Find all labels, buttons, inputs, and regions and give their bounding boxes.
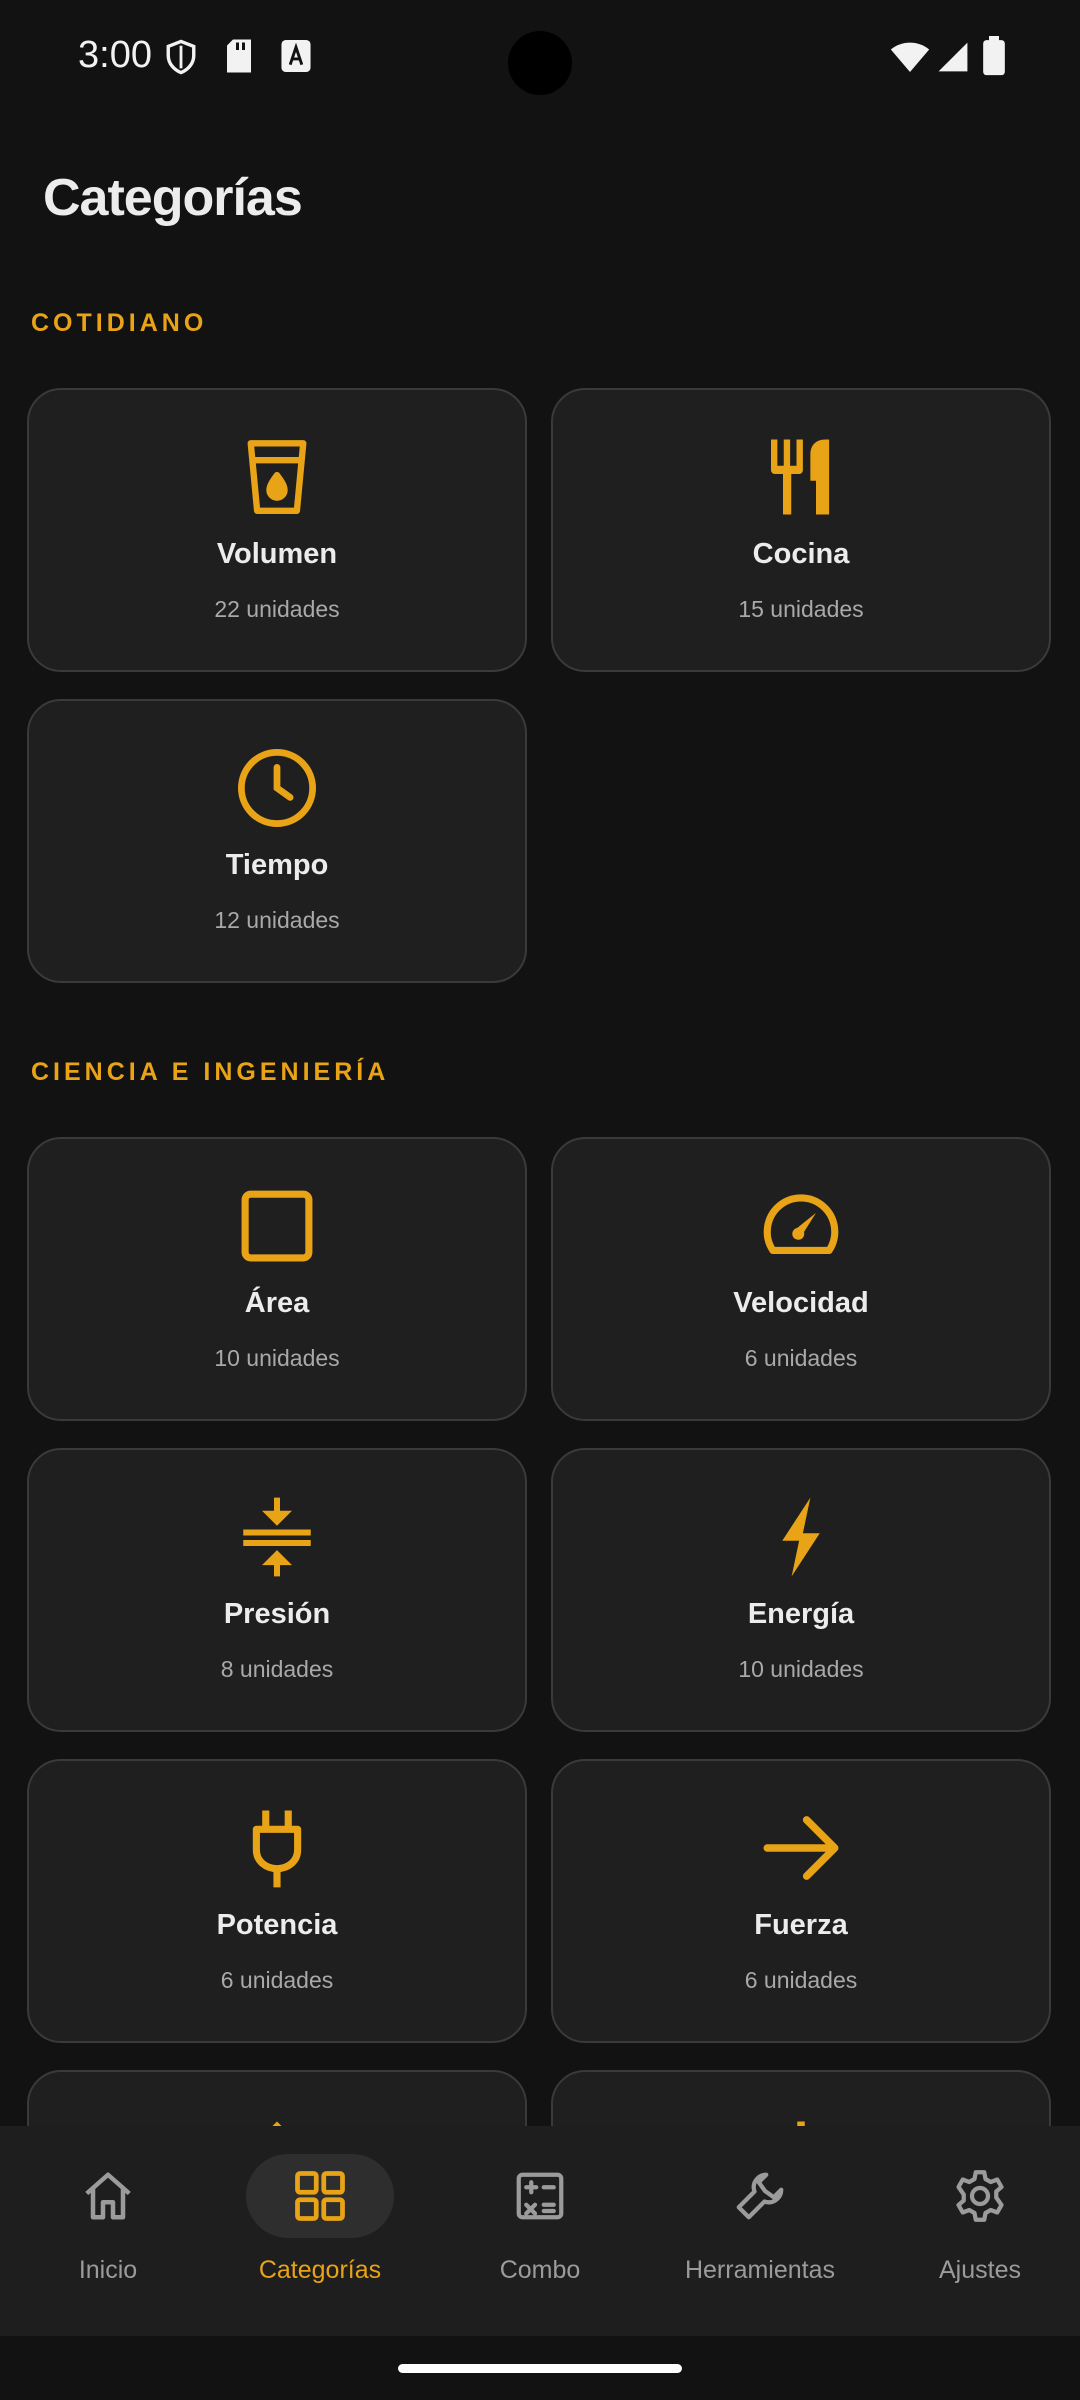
card-name: Cocina [752, 538, 850, 570]
card-count: 8 unidades [220, 1656, 334, 1682]
arrow-right-icon [763, 1816, 839, 1880]
wrench-icon [736, 2172, 784, 2220]
nav-label: Combo [499, 2256, 581, 2284]
card-name: Velocidad [733, 1287, 869, 1319]
category-card-area[interactable]: Área 10 unidades [27, 1137, 527, 1421]
category-card-velocidad[interactable]: Velocidad 6 unidades [551, 1137, 1051, 1421]
category-card-energia[interactable]: Energía 10 unidades [551, 1448, 1051, 1732]
card-count: 22 unidades [214, 596, 340, 622]
nav-item-combo[interactable]: Combo [432, 2126, 648, 2336]
status-bar: 3:00 [0, 0, 1080, 120]
card-name: Volumen [216, 538, 338, 570]
card-name: Fuerza [754, 1909, 848, 1941]
section-label-cotidiano: COTIDIANO [31, 309, 208, 337]
signal-icon [937, 40, 969, 79]
battery-icon [982, 36, 1006, 81]
card-count: 10 unidades [214, 1345, 340, 1371]
compress-icon [243, 1497, 311, 1577]
sd-card-icon [224, 38, 254, 79]
card-count: 6 unidades [744, 1967, 858, 1993]
nav-item-ajustes[interactable]: Ajustes [872, 2126, 1080, 2336]
plug-icon [252, 1810, 302, 1888]
clock-icon [238, 749, 316, 827]
card-count: 10 unidades [738, 1656, 864, 1682]
category-card-cocina[interactable]: Cocina 15 unidades [551, 388, 1051, 672]
bottom-navigation: Inicio Categorías Combo Herramientas Aju… [0, 2126, 1080, 2336]
gesture-handle[interactable] [398, 2364, 682, 2373]
category-card-tiempo[interactable]: Tiempo 12 unidades [27, 699, 527, 983]
card-name: Potencia [216, 1909, 338, 1941]
nav-item-inicio[interactable]: Inicio [0, 2126, 216, 2336]
cup-water-icon [247, 440, 307, 514]
card-count: 6 unidades [744, 1345, 858, 1371]
square-icon [241, 1190, 313, 1262]
calculator-icon [516, 2172, 564, 2220]
nav-label: Ajustes [939, 2256, 1021, 2284]
nav-label: Herramientas [684, 2256, 836, 2284]
category-card-volumen[interactable]: Volumen 22 unidades [27, 388, 527, 672]
card-name: Presión [223, 1598, 331, 1630]
gear-icon [956, 2170, 1004, 2222]
section-label-ciencia: CIENCIA E INGENIERÍA [31, 1058, 390, 1086]
nav-label: Categorías [258, 2256, 382, 2284]
bolt-icon [782, 1497, 820, 1577]
fork-knife-icon [771, 439, 830, 515]
nav-label: Inicio [78, 2256, 138, 2284]
card-count: 12 unidades [214, 907, 340, 933]
category-card-fuerza[interactable]: Fuerza 6 unidades [551, 1759, 1051, 2043]
status-time: 3:00 [78, 34, 152, 76]
home-icon [85, 2172, 131, 2220]
wifi-icon [890, 40, 930, 79]
card-count: 15 unidades [738, 596, 864, 622]
card-name: Tiempo [225, 849, 329, 881]
page-title: Categorías [43, 169, 303, 227]
card-count: 6 unidades [220, 1967, 334, 1993]
card-name: Energía [747, 1598, 855, 1630]
speedometer-icon [763, 1194, 839, 1254]
nav-item-categorias[interactable]: Categorías [212, 2126, 428, 2336]
category-card-potencia[interactable]: Potencia 6 unidades [27, 1759, 527, 2043]
category-card-presion[interactable]: Presión 8 unidades [27, 1448, 527, 1732]
grid-icon [295, 2171, 345, 2221]
camera-cutout [508, 31, 572, 95]
shield-icon [164, 38, 198, 81]
nav-item-herramientas[interactable]: Herramientas [652, 2126, 868, 2336]
text-a-icon [280, 38, 312, 79]
card-name: Área [244, 1287, 310, 1319]
